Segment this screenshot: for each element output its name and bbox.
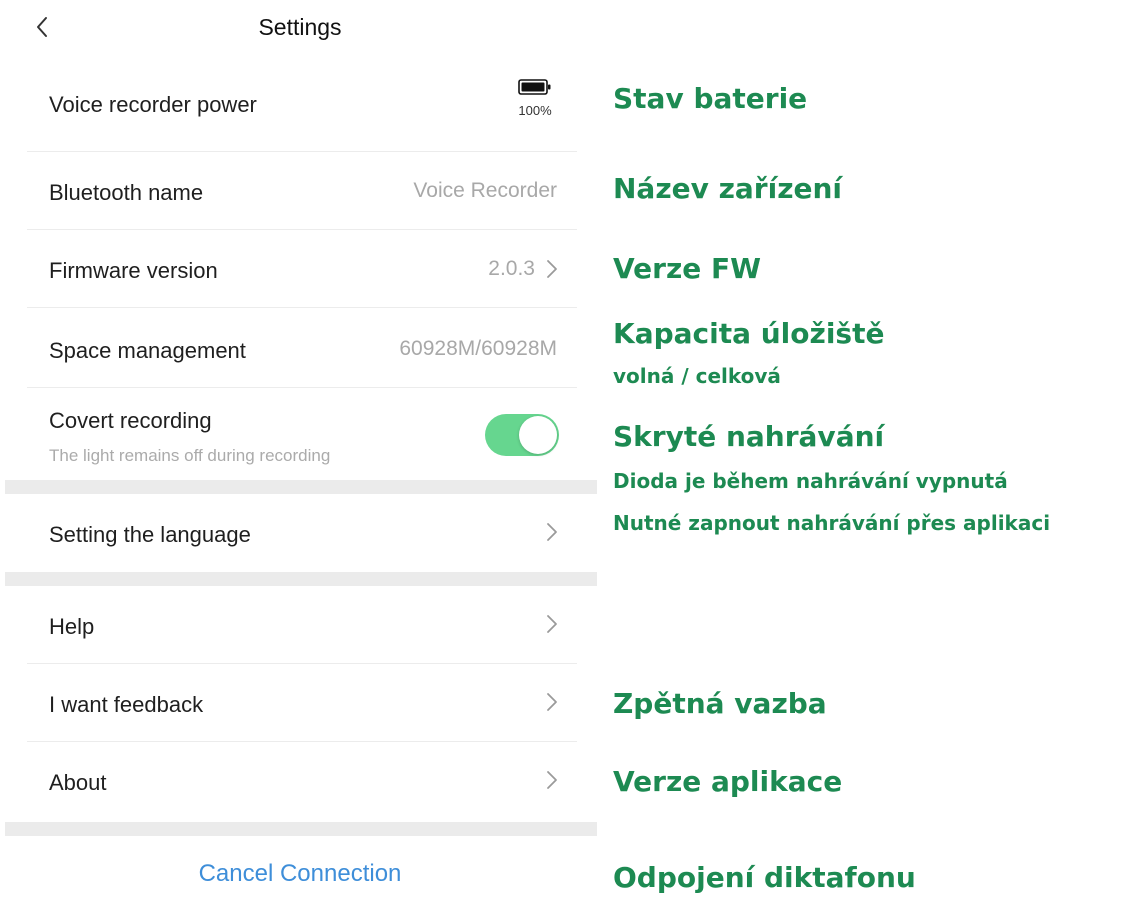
annotation-covert-sub2: Nutné zapnout nahrávání přes aplikaci	[613, 511, 1051, 535]
row-label: Bluetooth name	[49, 180, 204, 205]
row-label: Firmware version	[49, 258, 218, 283]
battery-percent: 100%	[518, 103, 552, 118]
row-value-text: 2.0.3	[488, 257, 535, 280]
annotation-covert-sub1: Dioda je během nahrávání vypnutá	[613, 469, 1008, 493]
annotation-device-name: Název zařízení	[613, 172, 843, 205]
row-space-management[interactable]: Space management 60928M/60928M	[27, 308, 577, 388]
row-chevron	[541, 613, 563, 635]
battery-indicator: 100%	[513, 78, 557, 118]
annotation-capacity: Kapacita úložiště	[613, 317, 885, 350]
row-chevron	[541, 691, 563, 713]
row-label: Setting the language	[49, 522, 251, 547]
row-label: About	[49, 770, 107, 795]
annotation-app-version: Verze aplikace	[613, 765, 843, 798]
annotation-capacity-sub: volná / celková	[613, 364, 781, 388]
row-firmware-version[interactable]: Firmware version 2.0.3	[27, 230, 577, 308]
page-title: Settings	[258, 14, 342, 40]
section-divider	[5, 822, 597, 836]
space-management-value: 60928M/60928M	[399, 337, 557, 361]
chevron-right-icon	[547, 260, 557, 278]
row-about[interactable]: About	[27, 742, 577, 820]
annotation-disconnect: Odpojení diktafonu	[613, 861, 916, 894]
row-voice-recorder-power: Voice recorder power 100%	[27, 66, 577, 152]
row-chevron	[541, 769, 563, 791]
section-divider	[5, 572, 597, 586]
annotation-feedback: Zpětná vazba	[613, 687, 827, 720]
row-sublabel: The light remains off during recording	[49, 446, 331, 465]
section-divider	[5, 480, 597, 494]
annotation-battery: Stav baterie	[613, 82, 808, 115]
chevron-right-icon	[547, 693, 557, 711]
chevron-right-icon	[547, 523, 557, 541]
settings-screen: Settings Voice recorder power 100% Bluet…	[0, 0, 597, 914]
row-chevron	[541, 521, 563, 543]
row-value-text: 60928M/60928M	[399, 337, 557, 360]
row-covert-recording: Covert recording The light remains off d…	[27, 388, 577, 480]
chevron-right-icon	[547, 771, 557, 789]
row-label: Voice recorder power	[49, 92, 257, 117]
firmware-version-value: 2.0.3	[488, 257, 563, 281]
chevron-right-icon	[547, 615, 557, 633]
row-label: Space management	[49, 338, 246, 363]
row-bluetooth-name[interactable]: Bluetooth name Voice Recorder	[27, 152, 577, 230]
covert-recording-toggle[interactable]	[485, 414, 559, 456]
row-value-text: Voice Recorder	[413, 179, 557, 202]
annotation-covert: Skryté nahrávání	[613, 420, 885, 453]
toggle-knob	[519, 416, 557, 454]
row-help[interactable]: Help	[27, 586, 577, 664]
row-label: Covert recording	[49, 408, 212, 433]
header: Settings	[0, 0, 597, 56]
row-feedback[interactable]: I want feedback	[27, 664, 577, 742]
annotation-fw: Verze FW	[613, 252, 761, 285]
cancel-connection-button[interactable]: Cancel Connection	[0, 860, 600, 888]
row-label: Help	[49, 614, 95, 639]
row-setting-language[interactable]: Setting the language	[27, 494, 577, 572]
row-label: I want feedback	[49, 692, 204, 717]
bluetooth-name-value: Voice Recorder	[413, 179, 557, 203]
battery-icon	[518, 79, 551, 95]
